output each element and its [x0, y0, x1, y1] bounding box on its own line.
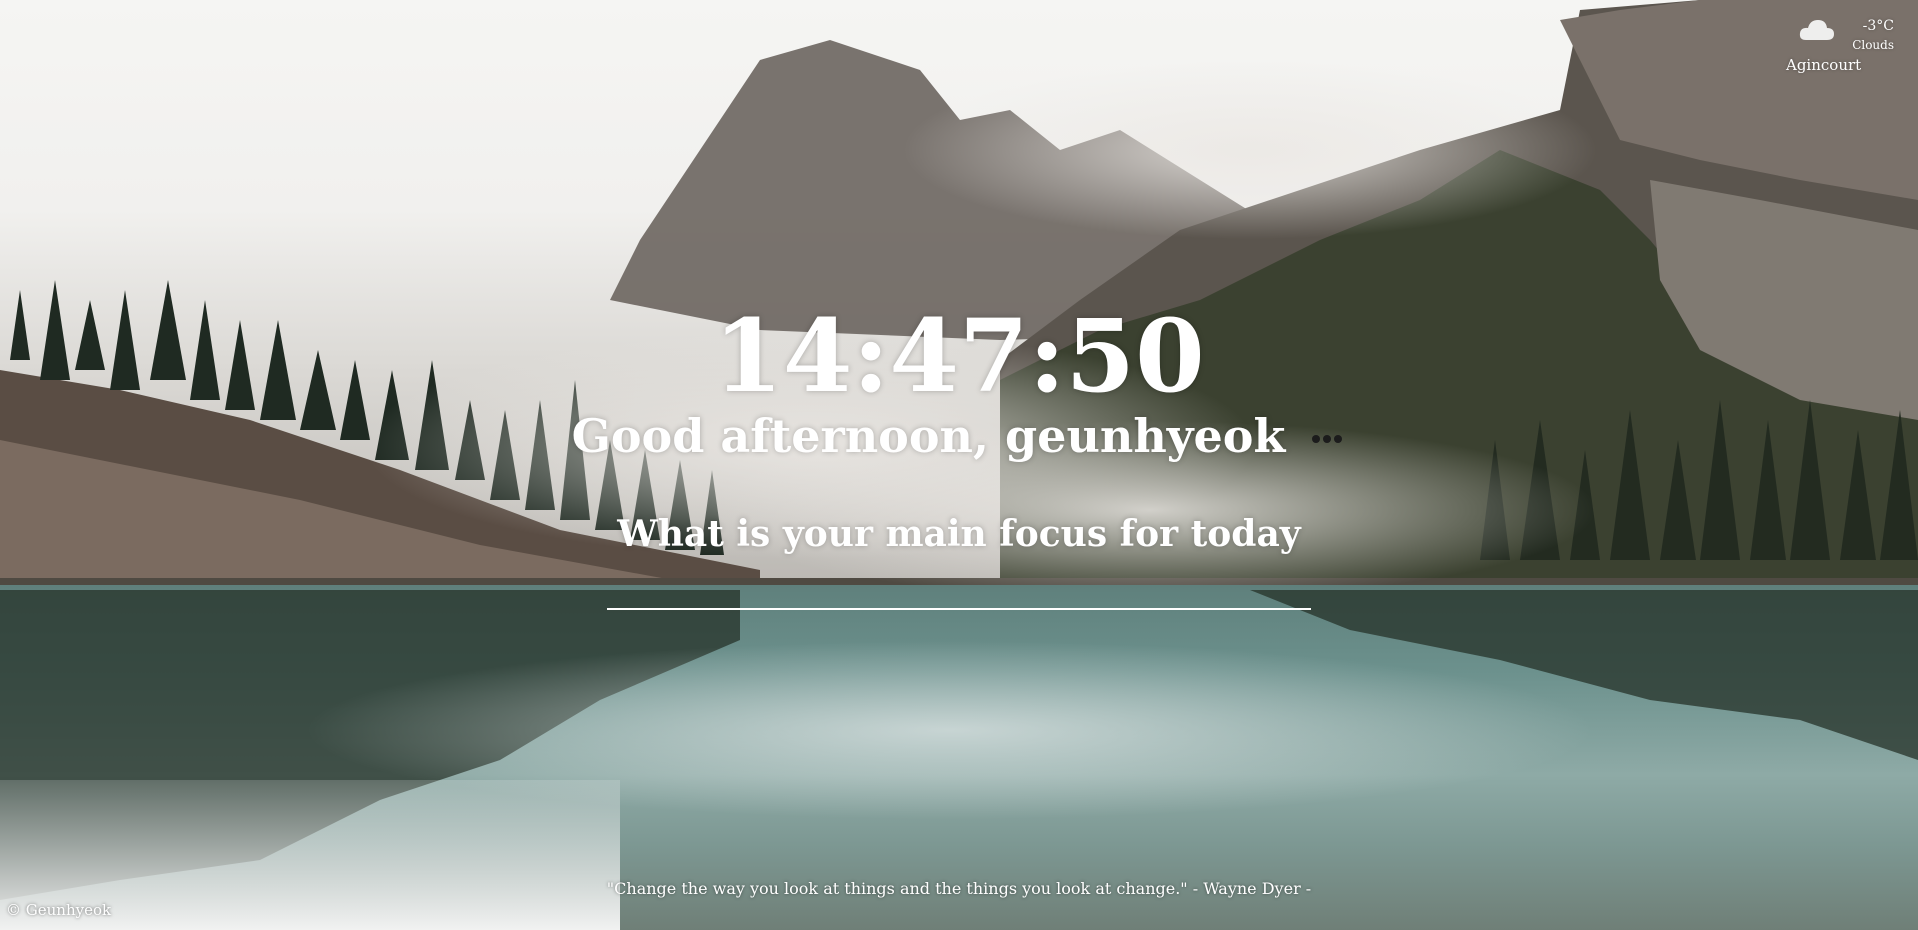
page-background: -3°C Clouds Agincourt 14:47:50 Good afte… — [0, 0, 1918, 930]
greeting-row: Good afternoon, geunhyeok — [0, 406, 1918, 466]
weather-city: Agincourt — [1786, 56, 1862, 74]
cloud-icon — [1799, 20, 1834, 40]
more-dots-icon — [1323, 435, 1332, 443]
focus-question: What is your main focus for today — [617, 513, 1301, 555]
more-dots-icon — [1334, 435, 1343, 443]
weather-condition: Clouds — [1852, 38, 1894, 52]
greeting-text: Good afternoon, geunhyeok — [571, 409, 1286, 463]
focus-input[interactable] — [607, 566, 1311, 610]
daily-quote: "Change the way you look at things and t… — [606, 879, 1312, 898]
weather-widget[interactable]: -3°C Clouds Agincourt — [1786, 12, 1906, 82]
temperature-value: -3°C — [1862, 18, 1894, 34]
more-options-button[interactable] — [1312, 428, 1346, 448]
more-dots-icon — [1312, 435, 1321, 443]
copyright-text: © Geunhyeok — [6, 901, 112, 919]
clock-time: 14:47:50 — [713, 297, 1205, 415]
